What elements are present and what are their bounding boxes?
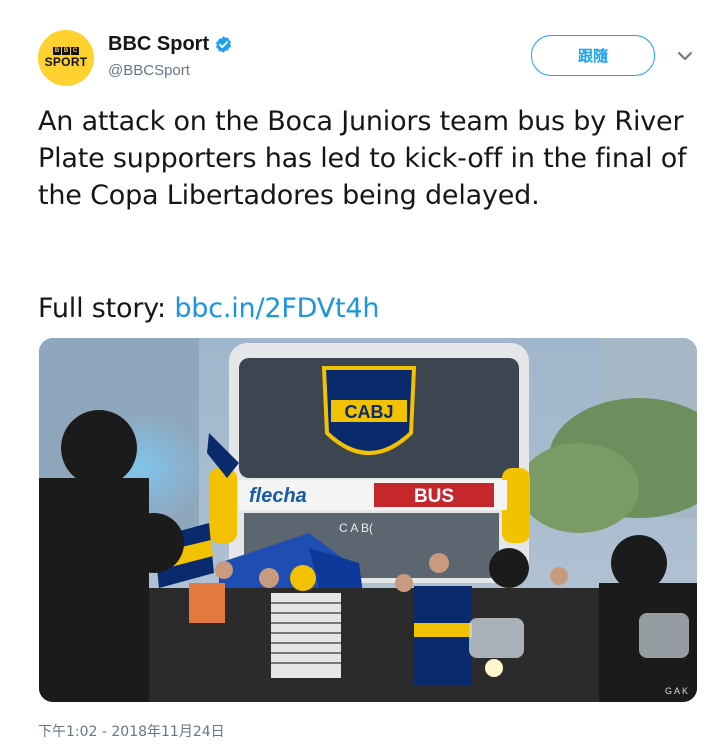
tweet-photo[interactable]: CABJ flecha BUS C A B(G A K	[39, 338, 697, 702]
follow-button[interactable]: 跟隨	[531, 35, 655, 76]
full-story-prefix: Full story:	[38, 293, 175, 324]
display-name[interactable]: BBC Sport	[108, 33, 209, 56]
bbc-letter: B	[62, 47, 70, 55]
bbc-logo-boxes: B B C	[53, 47, 79, 55]
photo-illustration: CABJ flecha BUS C A B(G A K	[39, 338, 697, 702]
display-name-row[interactable]: BBC Sport	[108, 33, 233, 56]
avatar-sport-word: SPORT	[44, 55, 88, 69]
bus-brand-text-2: BUS	[414, 486, 454, 507]
bbc-letter: B	[53, 47, 61, 55]
tweet-timestamp[interactable]: 下午1:02 - 2018年11月24日	[38, 721, 225, 741]
bus-brand-text-1: flecha	[249, 485, 307, 507]
bus-plate-text: C A B(	[339, 521, 373, 535]
account-handle[interactable]: @BBCSport	[108, 62, 190, 79]
photo-watermark: G A K	[665, 686, 688, 696]
bus-crest-text: CABJ	[344, 402, 393, 422]
full-story-line: Full story: bbc.in/2FDVt4h	[38, 290, 380, 327]
chevron-down-icon[interactable]	[676, 50, 694, 62]
verified-badge-icon	[216, 36, 232, 53]
story-link[interactable]: bbc.in/2FDVt4h	[174, 293, 379, 324]
bbc-letter: C	[71, 47, 79, 55]
avatar[interactable]: B B C SPORT	[38, 30, 94, 86]
tweet-text: An attack on the Boca Juniors team bus b…	[38, 106, 687, 211]
